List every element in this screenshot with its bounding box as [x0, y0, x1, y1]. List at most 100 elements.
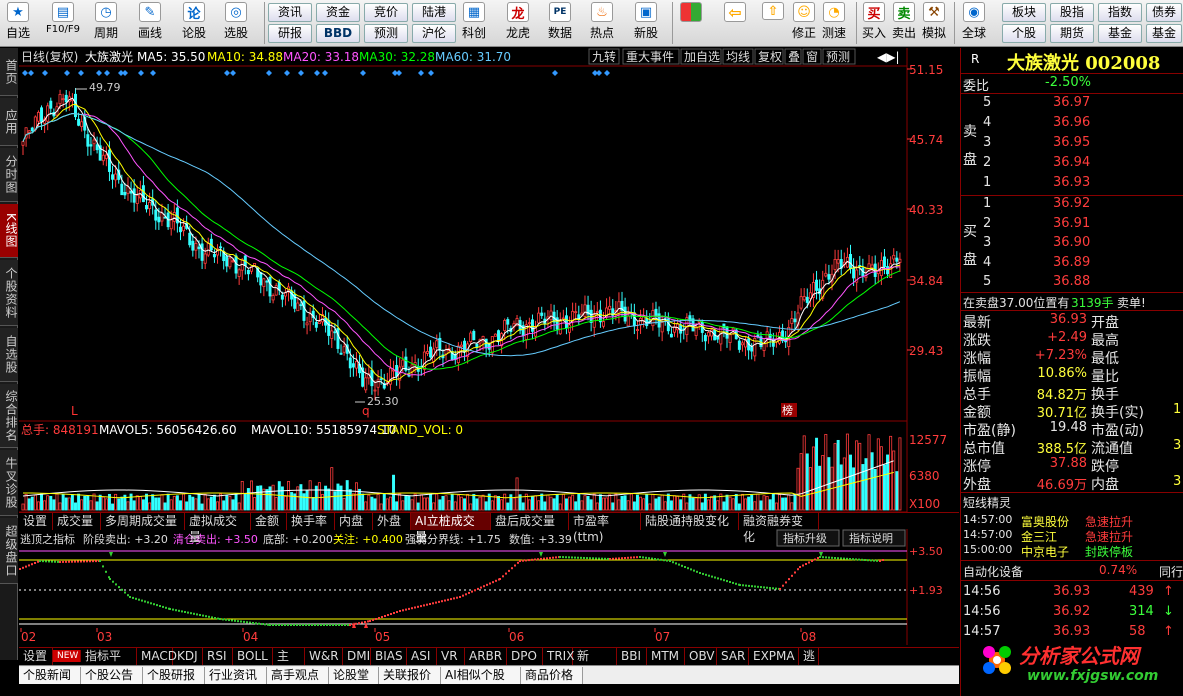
sidebar-watchlist[interactable]: 自选股 — [0, 328, 18, 382]
volume-tab-9[interactable]: 盘后成交量 — [491, 513, 569, 530]
volume-tab-0[interactable]: 设置 — [19, 513, 53, 530]
toolbar-xuangu[interactable]: ◎ 选股 — [224, 2, 248, 45]
sidebar-home[interactable]: 首页 — [0, 48, 18, 96]
volume-tab-5[interactable]: 换手率 — [287, 513, 335, 530]
btn-lugang[interactable]: 陆港 — [412, 3, 456, 22]
sector-more[interactable]: 同行 — [1159, 563, 1183, 580]
btn-more[interactable]: 基金 — [1146, 24, 1182, 43]
sell-price[interactable]: 36.94 — [1053, 155, 1090, 170]
toolbar-data[interactable]: PE 数据 — [548, 2, 572, 45]
indicator-tab-7[interactable]: 主力 — [273, 648, 305, 679]
sell-price[interactable]: 36.93 — [1053, 175, 1090, 190]
info-tab-3[interactable]: 行业资讯 — [205, 667, 267, 684]
btn-zhaiquan[interactable]: 债券 — [1146, 3, 1182, 22]
duanxian-stock[interactable]: 中京电子 — [1021, 543, 1069, 560]
btn-qihuo[interactable]: 期货 — [1050, 24, 1094, 43]
indicator-tab-9[interactable]: DMI — [343, 648, 371, 665]
indicator-tab-6[interactable]: BOLL — [233, 648, 273, 665]
toolbar-f10[interactable]: ▤ F10/F9 — [46, 2, 80, 45]
btn-yuce[interactable]: 预测 — [364, 24, 408, 43]
sidebar-kline[interactable]: K线图 — [0, 204, 18, 258]
toolbar-updown[interactable]: ⇧ — [762, 2, 784, 45]
indicator-tab-5[interactable]: RSI — [203, 648, 233, 665]
indicator-tab-1[interactable]: NEW — [53, 650, 81, 662]
indicator-tab-3[interactable]: MACD — [137, 648, 177, 665]
kline-chart-svg[interactable]: 日线(复权) 大族激光 MA5: 35.50 MA10: 34.88 MA20:… — [19, 48, 959, 645]
indicator-tab-12[interactable]: VR — [437, 648, 465, 665]
volume-tab-3[interactable]: 虚拟成交量 — [185, 513, 251, 544]
volume-tab-8[interactable]: AI立桩成交量 — [411, 513, 491, 544]
sidebar-apps[interactable]: 应用 — [0, 98, 18, 146]
volume-tab-7[interactable]: 外盘 — [373, 513, 411, 530]
toolbar-period[interactable]: ◷ 周期 — [94, 2, 118, 45]
toolbar-buy[interactable]: 买买入 — [862, 2, 886, 45]
info-tab-0[interactable]: 个股新闻 — [19, 667, 81, 684]
indicator-tab-17[interactable]: BBI — [617, 648, 647, 665]
indicator-tab-15[interactable]: TRIX — [543, 648, 574, 665]
btn-zijin[interactable]: 资金 — [316, 3, 360, 22]
btn-bbd[interactable]: BBD — [316, 24, 360, 43]
indicator-tab-20[interactable]: SAR — [717, 648, 749, 665]
volume-tab-4[interactable]: 金额 — [251, 513, 287, 530]
sell-price[interactable]: 36.96 — [1053, 115, 1090, 130]
btn-bankuai[interactable]: 板块 — [1002, 3, 1046, 22]
indicator-tab-21[interactable]: EXPMA — [749, 648, 799, 665]
btn-gegu[interactable]: 个股 — [1002, 24, 1046, 43]
info-tab-7[interactable]: AI相似个股 — [441, 667, 521, 684]
toolbar-lungu[interactable]: 论论股 — [182, 2, 206, 45]
info-tab-1[interactable]: 个股公告 — [81, 667, 143, 684]
indicator-tab-13[interactable]: ARBR — [465, 648, 507, 665]
btn-jijin[interactable]: 基金 — [1098, 24, 1142, 43]
indicator-tab-19[interactable]: OBV — [685, 648, 717, 665]
info-tab-8[interactable]: 商品价格 — [521, 667, 583, 684]
volume-tab-1[interactable]: 成交量 — [53, 513, 101, 530]
toolbar-fix[interactable]: ☺ 修正 — [792, 2, 816, 45]
toolbar-zixuan[interactable]: ★ 自选 — [6, 2, 30, 45]
sidebar-timeline[interactable]: 分时图 — [0, 148, 18, 202]
sell-price[interactable]: 36.97 — [1053, 95, 1090, 110]
toolbar-sell[interactable]: 卖卖出 — [892, 2, 916, 45]
info-tab-4[interactable]: 高手观点 — [267, 667, 329, 684]
indicator-tab-10[interactable]: BIAS — [371, 648, 407, 665]
toolbar-color-grid[interactable] — [680, 2, 702, 45]
info-tab-6[interactable]: 关联报价 — [379, 667, 441, 684]
sell-price[interactable]: 36.95 — [1053, 135, 1090, 150]
indicator-tab-0[interactable]: 设置 — [19, 648, 53, 665]
btn-hulun[interactable]: 沪伦 — [412, 24, 456, 43]
toolbar-newstock[interactable]: ▣ 新股 — [634, 2, 658, 45]
sidebar-profile[interactable]: 个股资料 — [0, 260, 18, 326]
volume-tab-2[interactable]: 多周期成交量 — [101, 513, 185, 530]
info-tab-5[interactable]: 论股堂 — [329, 667, 379, 684]
indicator-tab-16[interactable]: 新DMA — [573, 648, 617, 679]
indicator-tab-2[interactable]: 指标平台 — [81, 648, 137, 679]
buy-price[interactable]: 36.92 — [1053, 196, 1090, 211]
indicator-tab-14[interactable]: DPO — [507, 648, 543, 665]
indicator-tab-4[interactable]: KDJ — [173, 648, 203, 665]
buy-price[interactable]: 36.91 — [1053, 216, 1090, 231]
indicator-tab-22[interactable]: 逃 — [799, 648, 819, 665]
indicator-tab-18[interactable]: MTM — [647, 648, 685, 665]
toolbar-sim[interactable]: ⚒ 模拟 — [922, 2, 946, 45]
btn-guzhi[interactable]: 股指 — [1050, 3, 1094, 22]
volume-tab-10[interactable]: 市盈率(ttm) — [569, 513, 641, 544]
btn-zhishu[interactable]: 指数 — [1098, 3, 1142, 22]
toolbar-hot[interactable]: ♨ 热点 — [590, 2, 614, 45]
toolbar-back[interactable]: ⇦ — [724, 2, 746, 45]
chart-nav-arrows[interactable]: ◀▶| — [877, 50, 900, 64]
info-tab-2[interactable]: 个股研报 — [143, 667, 205, 684]
btn-jingjia[interactable]: 竞价 — [364, 3, 408, 22]
btn-yanbao[interactable]: 研报 — [268, 24, 312, 43]
kline-chart-area[interactable]: 日线(复权) 大族激光 MA5: 35.50 MA10: 34.88 MA20:… — [19, 48, 959, 645]
toolbar-global[interactable]: ◉ 全球 — [962, 2, 986, 45]
volume-tab-6[interactable]: 内盘 — [335, 513, 373, 530]
buy-price[interactable]: 36.90 — [1053, 235, 1090, 250]
toolbar-longhu[interactable]: 龙龙虎 — [506, 2, 530, 45]
duanxian-title[interactable]: 短线精灵 — [963, 494, 1011, 511]
sidebar-diagnose[interactable]: 牛叉诊股 — [0, 450, 18, 516]
toolbar-kechuang[interactable]: ▦ 科创 — [462, 2, 486, 45]
sidebar-ranking[interactable]: 综合排名 — [0, 384, 18, 448]
sector-name[interactable]: 自动化设备 — [963, 563, 1023, 580]
btn-zixun[interactable]: 资讯 — [268, 3, 312, 22]
indicator-tab-11[interactable]: ASI — [407, 648, 437, 665]
buy-price[interactable]: 36.89 — [1053, 255, 1090, 270]
